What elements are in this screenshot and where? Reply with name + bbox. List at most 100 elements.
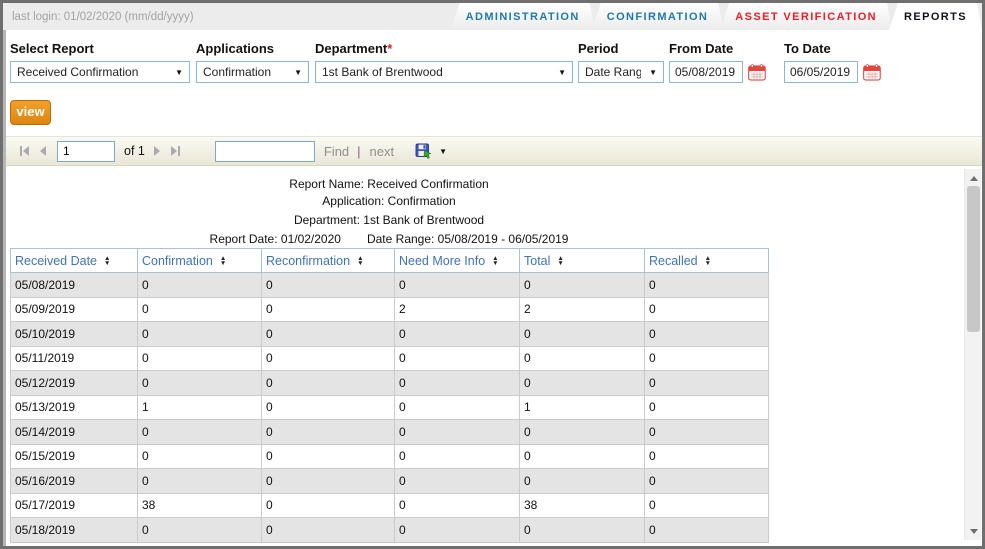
left-accent-strip [3,30,6,546]
first-page-icon [20,146,22,156]
table-row: 05/10/2019 0 0 0 0 0 [10,321,769,347]
table-cell: 05/08/2019 [10,272,138,298]
department-dropdown[interactable]: 1st Bank of Brentwood ▼ [315,61,573,83]
scroll-down-icon [969,528,978,534]
table-cell: 0 [261,296,395,322]
tab-asset-verification[interactable]: ASSET VERIFICATION [720,3,892,30]
report-application-line: Application: Confirmation [322,194,456,208]
scroll-up-button[interactable] [965,170,982,186]
dropdown-arrow-icon: ▼ [294,67,302,77]
table-cell: 0 [394,492,520,518]
table-row: 05/08/2019 0 0 0 0 0 [10,272,769,298]
table-cell: 05/09/2019 [10,296,138,322]
table-cell: 0 [261,419,395,445]
table-cell: 0 [137,443,262,469]
table-cell: 0 [644,492,769,518]
table-cell: 0 [137,345,262,371]
to-date-calendar-icon[interactable] [863,63,881,81]
find-link[interactable]: Find [324,144,349,159]
table-cell: 0 [137,517,262,543]
sort-icon: ▲ ▼ [357,255,364,268]
applications-label: Applications [196,41,275,56]
column-header-need-more-info[interactable]: Need More Info ▲ ▼ [394,248,520,273]
applications-group: Applications Confirmation ▼ [196,41,309,83]
find-text-input[interactable] [214,140,315,162]
find-next-link[interactable]: next [370,144,395,159]
table-row: 05/14/2019 0 0 0 0 0 [10,419,769,445]
table-header-row: Received Date ▲ ▼ Confirmation ▲ ▼ Reconfirm… [10,248,769,273]
table-cell: 0 [519,419,645,445]
applications-dropdown[interactable]: Confirmation ▼ [196,61,309,83]
table-cell: 0 [394,321,520,347]
find-next-separator: | [357,143,361,159]
table-row: 05/16/2019 0 0 0 0 0 [10,468,769,494]
report-date-line: Report Date: 01/02/2020 Date Range: 05/08… [10,230,768,249]
sort-icon: ▲ ▼ [219,255,227,268]
sort-icon: ▲ ▼ [492,255,499,268]
report-date-text: Report Date: 01/02/2020 [209,232,341,246]
table-row: 05/15/2019 0 0 0 0 0 [10,443,769,469]
table-cell: 0 [644,370,769,396]
scroll-up-icon [969,175,978,181]
first-page-button[interactable] [20,146,29,156]
table-cell: 0 [394,419,520,445]
next-page-button[interactable] [153,146,160,156]
scroll-down-button[interactable] [965,523,982,539]
table-cell: 0 [644,272,769,298]
table-cell: 0 [644,419,769,445]
table-cell: 05/15/2019 [10,443,138,469]
top-bar: last login: 01/02/2020 (mm/dd/yyyy) ADMI… [3,3,982,30]
department-label: Department* [315,41,393,56]
view-button[interactable]: view [10,100,51,125]
table-cell: 0 [519,272,645,298]
vertical-scrollbar[interactable] [964,169,981,540]
column-header-total[interactable]: Total ▲ ▼ [519,248,645,273]
table-row: 05/18/2019 0 0 0 0 0 [10,517,769,543]
from-date-group: From Date [669,41,766,83]
to-date-input[interactable] [784,61,858,83]
table-cell: 05/12/2019 [10,370,138,396]
export-button[interactable]: ▼ [415,143,447,160]
last-page-button[interactable] [170,146,180,156]
tab-administration[interactable]: ADMINISTRATION [451,3,595,30]
select-report-label: Select Report [10,41,94,56]
table-cell: 0 [261,468,395,494]
select-report-dropdown[interactable]: Received Confirmation ▼ [10,61,190,83]
column-header-recalled[interactable]: Recalled ▲ ▼ [644,248,769,273]
table-cell: 0 [519,443,645,469]
next-page-icon [153,146,160,156]
table-cell: 0 [394,517,520,543]
scrollbar-thumb[interactable] [967,186,980,332]
tab-reports[interactable]: REPORTS [889,3,982,30]
table-cell: 0 [519,345,645,371]
table-cell: 0 [137,272,262,298]
table-cell: 2 [519,296,645,322]
tab-confirmation[interactable]: CONFIRMATION [592,3,724,30]
applications-value: Confirmation [203,65,272,79]
table-cell: 0 [644,345,769,371]
table-cell: 0 [137,370,262,396]
previous-page-button[interactable] [40,146,46,156]
table-cell: 0 [137,419,262,445]
table-cell: 0 [394,468,520,494]
page-number-input[interactable] [57,140,115,162]
table-cell: 0 [394,394,520,420]
period-dropdown[interactable]: Date Range ▼ [578,61,664,83]
report-viewport: Report Name: Received Confirmation Appli… [6,166,963,546]
table-cell: 0 [394,370,520,396]
pager-toolbar: of 1 Find | next ▼ [6,136,982,166]
from-date-calendar-icon[interactable] [748,63,766,81]
table-cell: 0 [519,517,645,543]
column-header-received-date[interactable]: Received Date ▲ ▼ [10,248,138,273]
table-cell: 05/11/2019 [10,345,138,371]
from-date-input[interactable] [669,61,743,83]
table-cell: 0 [394,443,520,469]
department-value: 1st Bank of Brentwood [322,65,443,79]
column-header-reconfirmation[interactable]: Reconfirmation ▲ ▼ [261,248,395,273]
column-header-confirmation[interactable]: Confirmation ▲ ▼ [137,248,262,273]
report-table-body: 05/08/2019 0 0 0 0 0 05/09/2019 0 0 2 2 0 05/10/2019… [10,272,769,543]
table-row: 05/13/2019 1 0 0 1 0 [10,394,769,420]
table-cell: 05/17/2019 [10,492,138,518]
prev-page-icon [40,146,46,156]
last-login-text: last login: 01/02/2020 (mm/dd/yyyy) [12,10,194,23]
